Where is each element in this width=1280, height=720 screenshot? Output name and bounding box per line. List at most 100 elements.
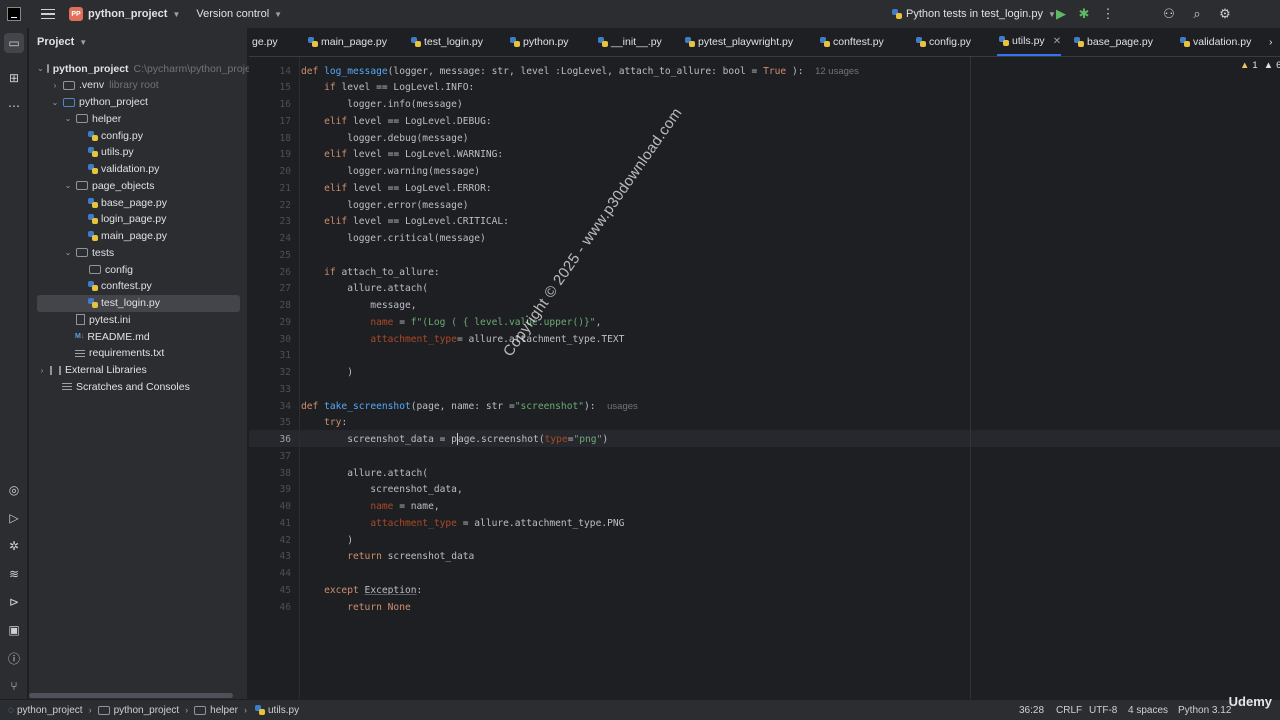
add-user-icon[interactable]: ⚇ <box>1161 6 1177 22</box>
code-line[interactable]: if level == LogLevel.INFO: <box>301 79 474 96</box>
project-tool-icon[interactable]: ▭ <box>4 33 24 53</box>
python-interpreter[interactable]: Python 3.12 (python_pro <box>1178 700 1234 720</box>
code-line[interactable]: try: <box>301 414 347 431</box>
editor-tab[interactable]: python.py <box>508 28 569 56</box>
tree-item[interactable]: requirements.txt <box>29 345 248 362</box>
tree-item[interactable]: ⌄ tests <box>29 244 248 261</box>
code-line[interactable]: allure.attach( <box>301 465 428 482</box>
code-line[interactable]: screenshot_data, <box>301 481 462 498</box>
tree-item[interactable]: config <box>29 261 248 278</box>
layers-tool-icon[interactable]: ≋ <box>6 566 22 582</box>
editor-tab[interactable]: main_page.py <box>306 28 387 56</box>
code-line[interactable]: message, <box>301 297 416 314</box>
tree-item[interactable]: main_page.py <box>29 228 248 245</box>
editor-tab[interactable]: __init__.py <box>596 28 662 56</box>
line-separator[interactable]: CRLF <box>1056 700 1082 720</box>
code-line[interactable]: elif level == LogLevel.DEBUG: <box>301 113 492 130</box>
tree-item[interactable]: › External Libraries <box>29 362 248 379</box>
tree-item[interactable]: ⌄ python_project <box>29 94 248 111</box>
editor-tab[interactable]: conftest.py <box>818 28 884 56</box>
debug-icon[interactable]: ✱ <box>1076 6 1092 22</box>
code-line[interactable]: return None <box>301 599 411 616</box>
code-line[interactable]: return screenshot_data <box>301 548 474 565</box>
editor-tab[interactable]: ge.py <box>252 28 278 56</box>
code-line[interactable]: def take_screenshot(page, name: str ="sc… <box>301 398 638 415</box>
git-tool-icon[interactable]: ⑂ <box>6 678 22 694</box>
project-panel-header[interactable]: Project ▼ <box>29 28 247 56</box>
run-tool-icon[interactable]: ▷ <box>6 510 22 526</box>
terminal-tool-icon[interactable]: ▣ <box>6 622 22 638</box>
breadcrumb-item[interactable]: ◌ python_project <box>8 705 83 716</box>
close-icon[interactable]: ✕ <box>1053 36 1061 47</box>
tree-item[interactable]: ⌄ python_project C:\pycharm\python_project <box>29 60 259 77</box>
editor-tab[interactable]: base_page.py <box>1072 28 1153 56</box>
editor-tab[interactable]: utils.py ✕ <box>997 28 1062 56</box>
settings-gear-icon[interactable]: ⚙ <box>1217 6 1233 22</box>
tree-item[interactable]: conftest.py <box>29 278 248 295</box>
version-control-menu[interactable]: Version control <box>196 0 269 28</box>
breadcrumb-item[interactable]: helper <box>194 705 238 716</box>
app-logo-icon[interactable] <box>7 7 21 21</box>
tree-item[interactable]: login_page.py <box>29 211 248 228</box>
code-line[interactable]: ) <box>301 532 353 549</box>
tree-item[interactable]: M↓ README.md <box>29 328 248 345</box>
tree-item[interactable]: config.py <box>29 127 248 144</box>
code-line[interactable]: elif level == LogLevel.CRITICAL: <box>301 213 509 230</box>
code-line[interactable]: screenshot_data = page.screenshot(type="… <box>301 431 608 448</box>
code-line[interactable]: elif level == LogLevel.ERROR: <box>301 180 492 197</box>
tree-item[interactable]: base_page.py <box>29 194 248 211</box>
search-icon[interactable]: ⌕ <box>1189 6 1205 22</box>
breadcrumb-item[interactable]: utils.py <box>253 705 299 716</box>
tree-item[interactable]: Scratches and Consoles <box>29 378 248 395</box>
python-packages-icon[interactable]: ◎ <box>6 482 22 498</box>
code-line[interactable]: attachment_type= allure.attachment_type.… <box>301 331 624 348</box>
code-line[interactable]: attachment_type = allure.attachment_type… <box>301 515 624 532</box>
tree-item[interactable]: ⌄ page_objects <box>29 177 248 194</box>
breadcrumb-item[interactable]: python_project <box>97 705 179 716</box>
editor-tab[interactable]: config.py <box>914 28 971 56</box>
debug-tool-icon[interactable]: ✲ <box>6 538 22 554</box>
editor-tab[interactable]: pytest_playwright.py <box>683 28 793 56</box>
problems-tool-icon[interactable]: ⓘ <box>6 650 22 666</box>
editor-tab[interactable]: validation.py <box>1178 28 1251 56</box>
tree-item[interactable]: validation.py <box>29 161 248 178</box>
project-badge[interactable]: PP <box>69 7 83 21</box>
chevron-down-icon[interactable]: ⌄ <box>63 181 73 190</box>
chevron-down-icon[interactable]: ⌄ <box>50 98 60 107</box>
code-line[interactable]: elif level == LogLevel.WARNING: <box>301 146 503 163</box>
chevron-right-icon[interactable]: › <box>50 81 60 90</box>
indent-setting[interactable]: 4 spaces <box>1128 700 1168 720</box>
run-icon[interactable]: ▶ <box>1053 6 1069 22</box>
inspection-widget[interactable]: ▲ 1 ▲ 6 ∧ <box>1240 60 1280 71</box>
code-line[interactable]: logger.error(message) <box>301 197 468 214</box>
tree-item[interactable]: › .venv library root <box>29 77 248 94</box>
tabs-overflow-icon[interactable]: › <box>1269 28 1273 56</box>
tree-item[interactable]: test_login.py <box>37 294 240 312</box>
project-switcher[interactable]: python_project <box>88 0 167 28</box>
tree-item[interactable]: ⌄ helper <box>29 110 248 127</box>
code-line[interactable]: logger.debug(message) <box>301 130 468 147</box>
code-line[interactable]: allure.attach( <box>301 280 428 297</box>
chevron-down-icon[interactable]: ⌄ <box>63 114 73 123</box>
code-line[interactable]: def log_message(logger, message: str, le… <box>301 63 859 80</box>
structure-tool-icon[interactable]: ⊞ <box>6 70 22 86</box>
chevron-right-icon[interactable]: › <box>37 366 47 375</box>
services-tool-icon[interactable]: ⊳ <box>6 594 22 610</box>
code-line[interactable]: except Exception: <box>301 582 422 599</box>
chevron-down-icon[interactable]: ⌄ <box>63 248 73 257</box>
more-tools-icon[interactable]: ⋯ <box>6 98 22 114</box>
main-menu-icon[interactable] <box>41 8 55 20</box>
editor-tab[interactable]: test_login.py <box>409 28 483 56</box>
code-editor[interactable]: 14 15 16 17 18 19 20 21 22 23 24 25 26 27 28 29 30 31 32 33… <box>249 57 1280 699</box>
code-line[interactable]: logger.info(message) <box>301 96 463 113</box>
run-configuration-selector[interactable]: Python tests in test_login.py ▼ <box>890 0 1056 28</box>
code-line[interactable]: if attach_to_allure: <box>301 264 440 281</box>
file-encoding[interactable]: UTF-8 <box>1089 700 1117 720</box>
code-line[interactable]: name = f"(Log ( { level.value.upper()}", <box>301 314 601 331</box>
tree-item[interactable]: utils.py <box>29 144 248 161</box>
code-line[interactable]: name = name, <box>301 498 439 515</box>
code-line[interactable]: ) <box>301 364 353 381</box>
code-line[interactable]: logger.critical(message) <box>301 230 486 247</box>
horizontal-scrollbar[interactable] <box>29 693 233 698</box>
more-actions-icon[interactable]: ⋮ <box>1100 6 1116 22</box>
